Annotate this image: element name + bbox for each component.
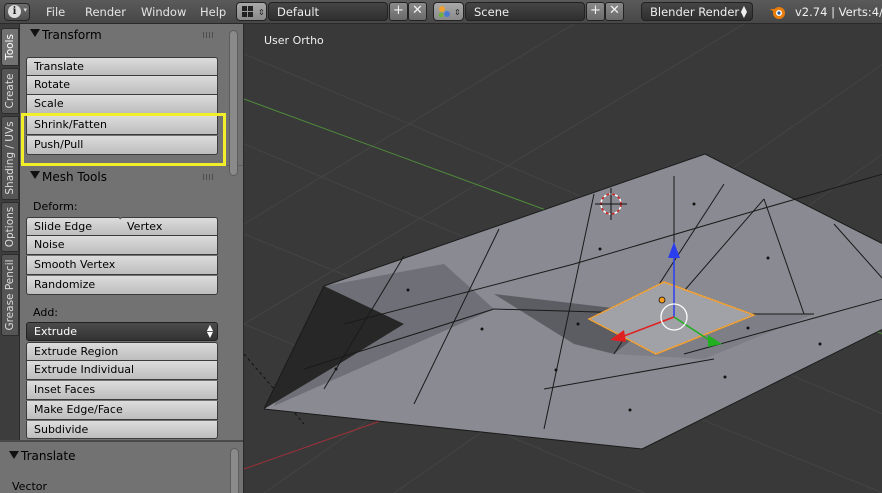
make-edge-face-button[interactable]: Make Edge/Face — [26, 401, 218, 420]
mesh-view[interactable] — [244, 24, 882, 493]
chevron-updown-icon: ▲ ▼ — [740, 4, 747, 19]
noise-button[interactable]: Noise — [26, 236, 218, 255]
collapse-triangle-icon — [30, 171, 40, 179]
info-icon: i — [8, 5, 21, 18]
plane-mesh[interactable] — [263, 153, 882, 450]
vector-label: Vector — [12, 480, 48, 493]
screen-layout-field[interactable]: Default — [268, 2, 388, 21]
scale-button[interactable]: Scale — [26, 95, 218, 114]
chevron-updown-icon: ▾ — [23, 6, 27, 14]
extrude-region-button[interactable]: Extrude Region — [26, 342, 218, 361]
drag-grip-icon[interactable] — [203, 32, 215, 38]
layout-grid-icon: ⇕ — [242, 6, 265, 17]
drag-grip-icon[interactable] — [203, 174, 215, 180]
render-engine-dropdown[interactable]: Blender Render ▲ ▼ — [641, 2, 753, 21]
tab-options[interactable]: Options — [1, 202, 19, 252]
operator-panel: Translate Vector — [0, 440, 243, 493]
tab-shading-uvs[interactable]: Shading / UVs — [1, 116, 19, 200]
transform-panel-header[interactable]: Transform — [20, 24, 243, 46]
subdivide-button[interactable]: Subdivide — [26, 421, 218, 439]
screen-layout-icon-button[interactable]: ⇕ — [236, 2, 267, 21]
scene-icon: ⇕ — [438, 6, 461, 18]
randomize-button[interactable]: Randomize — [26, 276, 218, 295]
remove-screen-button[interactable]: ✕ — [408, 2, 427, 21]
tab-tools[interactable]: Tools — [1, 28, 19, 66]
collapse-triangle-icon[interactable] — [9, 451, 19, 459]
slide-vertex-button[interactable]: Vertex — [120, 217, 218, 236]
add-screen-button[interactable]: + — [389, 2, 408, 21]
tool-shelf-tabs: Tools Create Shading / UVs Options Greas… — [0, 24, 20, 440]
tool-shelf-panel: Transform Translate Rotate Scale Shrink/… — [20, 24, 243, 440]
menu-window[interactable]: Window — [141, 5, 186, 19]
render-engine-name: Blender Render — [650, 5, 740, 19]
extrude-individual-button[interactable]: Extrude Individual — [26, 361, 218, 380]
smooth-vertex-button[interactable]: Smooth Vertex — [26, 256, 218, 275]
mesh-tools-panel-header[interactable]: Mesh Tools — [20, 165, 243, 187]
transform-panel-title: Transform — [42, 28, 102, 42]
deform-label: Deform: — [33, 200, 78, 213]
pivot-point-icon — [658, 296, 666, 304]
menu-help[interactable]: Help — [200, 5, 226, 19]
svg-text:⇕: ⇕ — [258, 8, 265, 17]
slide-edge-button[interactable]: Slide Edge — [26, 217, 121, 236]
add-scene-button[interactable]: + — [586, 2, 605, 21]
remove-scene-button[interactable]: ✕ — [605, 2, 624, 21]
scene-field[interactable]: Scene — [465, 2, 585, 21]
editor-type-button[interactable]: i ▾ — [4, 3, 30, 21]
collapse-triangle-icon — [30, 29, 40, 37]
3d-viewport[interactable]: User Ortho — [243, 24, 882, 493]
mesh-tools-panel-title: Mesh Tools — [42, 170, 107, 184]
highlight-box — [21, 113, 226, 166]
scene-name: Scene — [474, 5, 510, 19]
viewport-view-label: User Ortho — [264, 34, 324, 47]
chevron-updown-icon: ▲ ▼ — [206, 323, 213, 339]
tab-grease-pencil[interactable]: Grease Pencil — [1, 254, 19, 336]
svg-text:⇕: ⇕ — [454, 8, 461, 17]
add-label: Add: — [33, 306, 59, 319]
rotate-button[interactable]: Rotate — [26, 76, 218, 95]
operator-panel-title: Translate — [21, 449, 76, 463]
blender-logo-icon — [770, 7, 785, 19]
version-stats: v2.74 | Verts:4/3 — [795, 5, 882, 19]
tool-panel-scrollbar[interactable] — [229, 30, 238, 176]
inset-faces-button[interactable]: Inset Faces — [26, 381, 218, 400]
translate-button[interactable]: Translate — [26, 57, 218, 76]
screen-layout-name: Default — [277, 5, 320, 19]
scene-icon-button[interactable]: ⇕ — [433, 2, 464, 21]
extrude-dropdown-label: Extrude — [34, 325, 78, 338]
tab-create[interactable]: Create — [1, 68, 19, 114]
menu-render[interactable]: Render — [85, 5, 126, 19]
menu-file[interactable]: File — [46, 5, 65, 19]
info-header: i ▾ File Render Window Help ⇕ Default + … — [0, 0, 882, 24]
operator-panel-scrollbar[interactable] — [230, 448, 239, 493]
extrude-dropdown[interactable]: Extrude ▲ ▼ — [26, 322, 218, 341]
